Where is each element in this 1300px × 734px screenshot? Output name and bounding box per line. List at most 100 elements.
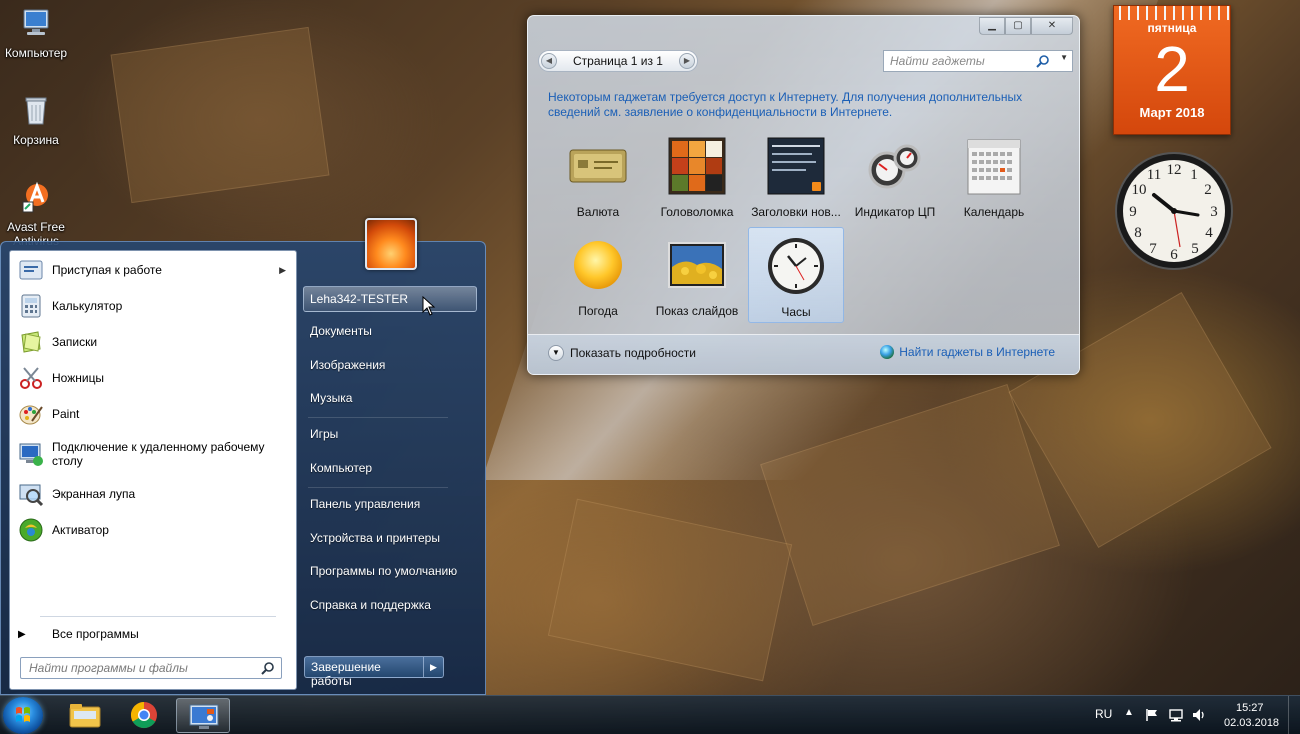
clock-gadget[interactable]: 12 12 3 4567 8 9 1011 (1114, 151, 1234, 271)
taskbar-chrome-button[interactable] (117, 698, 171, 733)
action-center-flag-icon[interactable] (1145, 708, 1159, 722)
desktop-icon-computer[interactable]: Компьютер (0, 6, 72, 60)
clock-time[interactable]: 15:27 (1236, 702, 1264, 714)
default-programs-link[interactable]: Программы по умолчанию (304, 559, 474, 585)
minimize-button[interactable]: ▁ (979, 17, 1005, 35)
language-indicator[interactable]: RU (1095, 707, 1112, 721)
user-avatar[interactable] (365, 218, 417, 270)
search-icon[interactable] (261, 661, 275, 675)
gadget-puzzle[interactable]: Головоломка (649, 128, 745, 224)
gadget-news-headlines[interactable]: Заголовки нов... (748, 128, 844, 224)
desktop-icon-avast[interactable]: Avast Free Antivirus (0, 180, 72, 248)
svg-text:2: 2 (1204, 182, 1212, 198)
gadget-search-input[interactable]: Найти гаджеты ▼ (883, 50, 1073, 72)
gadget-currency[interactable]: Валюта (550, 128, 646, 224)
search-icon[interactable] (1036, 54, 1050, 68)
gadget-calendar[interactable]: Календарь (946, 128, 1042, 224)
gadgets-icon (189, 704, 219, 729)
taskbar: RU ▲ 15:27 02.03.2018 (0, 695, 1300, 734)
svg-text:9: 9 (1129, 204, 1137, 220)
pictures-link[interactable]: Изображения (304, 353, 474, 379)
chrome-icon (130, 701, 157, 729)
all-programs-label: Все программы (52, 627, 139, 641)
find-gadgets-label: Найти гаджеты в Интернете (899, 345, 1055, 359)
shutdown-button[interactable]: Завершение работы (304, 656, 424, 688)
triangle-right-icon: ▶ (18, 628, 26, 640)
program-snipping-tool[interactable]: Ножницы (14, 361, 294, 395)
clock-icon (768, 238, 824, 294)
user-folder-link[interactable]: Leha342-TESTER (303, 286, 477, 312)
gadget-slideshow[interactable]: Показ слайдов (649, 227, 745, 323)
svg-text:1: 1 (1190, 167, 1198, 183)
network-icon[interactable] (1168, 707, 1184, 723)
gadget-label: Головоломка (660, 205, 734, 219)
news-headlines-icon (767, 137, 825, 195)
program-calculator[interactable]: Калькулятор (14, 289, 294, 323)
calendar-month-year: Март 2018 (1139, 105, 1205, 120)
devices-printers-link[interactable]: Устройства и принтеры (304, 526, 474, 552)
program-paint[interactable]: Paint (14, 397, 294, 431)
start-button[interactable] (3, 697, 43, 734)
program-label: Приступая к работе (52, 263, 162, 277)
help-support-link[interactable]: Справка и поддержка (304, 593, 474, 619)
program-label: Подключение к удаленному рабочему столу (52, 440, 265, 468)
close-button[interactable]: ✕ (1031, 17, 1073, 35)
calendar-icon (967, 139, 1021, 195)
explorer-icon (69, 704, 101, 728)
program-label: Экранная лупа (52, 487, 136, 501)
desktop-icon-recycle-bin[interactable]: Корзина (0, 93, 72, 147)
gadget-label: Часы (781, 305, 811, 319)
gadget-label: Заголовки нов... (751, 205, 841, 219)
paint-icon (19, 405, 43, 425)
avast-icon (22, 181, 48, 213)
gadget-cpu-meter[interactable]: Индикатор ЦП (847, 128, 943, 224)
currency-icon (569, 149, 627, 183)
program-magnifier[interactable]: Экранная лупа (14, 477, 294, 511)
gadget-label: Показ слайдов (655, 304, 739, 318)
clock-date[interactable]: 02.03.2018 (1224, 717, 1279, 729)
taskbar-explorer-button[interactable] (58, 698, 112, 733)
music-link[interactable]: Музыка (304, 386, 474, 412)
start-search-input[interactable]: Найти программы и файлы (20, 657, 282, 679)
program-activator[interactable]: Активатор (14, 513, 294, 547)
gadget-weather[interactable]: Погода (550, 227, 646, 323)
start-menu-programs-pane: Приступая к работе ▶ Калькулятор Записки… (9, 250, 297, 690)
program-label: Записки (52, 335, 98, 349)
program-getting-started[interactable]: Приступая к работе ▶ (14, 253, 294, 287)
taskbar-gadgets-button[interactable] (176, 698, 230, 733)
show-hidden-icons-button[interactable]: ▲ (1124, 707, 1134, 718)
program-remote-desktop[interactable]: Подключение к удаленному рабочему столу (14, 433, 294, 475)
internet-info-link[interactable]: Некоторым гаджетам требуется доступ к Ин… (548, 90, 1048, 120)
magnifier-icon (19, 484, 44, 507)
find-gadgets-online-link[interactable]: Найти гаджеты в Интернете (880, 345, 1055, 359)
documents-link[interactable]: Документы (304, 319, 474, 345)
gadget-label: Валюта (576, 205, 620, 219)
show-details-label: Показать подробности (570, 346, 696, 360)
svg-text:3: 3 (1210, 204, 1218, 220)
program-label: Ножницы (52, 371, 105, 385)
sticky-notes-icon (21, 331, 41, 353)
svg-text:6: 6 (1170, 247, 1178, 263)
next-page-button[interactable]: ▶ (679, 53, 695, 69)
show-desktop-button[interactable] (1288, 696, 1300, 734)
all-programs-button[interactable]: ▶ Все программы (14, 621, 294, 647)
control-panel-link[interactable]: Панель управления (304, 492, 474, 518)
prev-page-button[interactable]: ◀ (541, 53, 557, 69)
volume-icon[interactable] (1191, 707, 1207, 723)
calculator-icon (21, 294, 41, 318)
divider (40, 616, 276, 617)
recycle-bin-icon (25, 97, 47, 125)
svg-text:5: 5 (1191, 241, 1199, 257)
program-label: Калькулятор (52, 299, 123, 313)
calendar-gadget[interactable]: пятница 2 Март 2018 (1113, 5, 1231, 135)
gadget-clock[interactable]: Часы (748, 227, 844, 323)
show-details-button[interactable]: ▼ Показать подробности (548, 345, 696, 361)
games-link[interactable]: Игры (304, 422, 474, 448)
remote-desktop-icon (19, 443, 43, 466)
computer-link[interactable]: Компьютер (304, 456, 474, 482)
shutdown-options-button[interactable]: ▶ (424, 656, 444, 678)
maximize-button[interactable]: ▢ (1005, 17, 1031, 35)
chevron-down-icon[interactable]: ▼ (1060, 53, 1068, 62)
desktop-icon-label: Корзина (13, 133, 59, 147)
program-sticky-notes[interactable]: Записки (14, 325, 294, 359)
